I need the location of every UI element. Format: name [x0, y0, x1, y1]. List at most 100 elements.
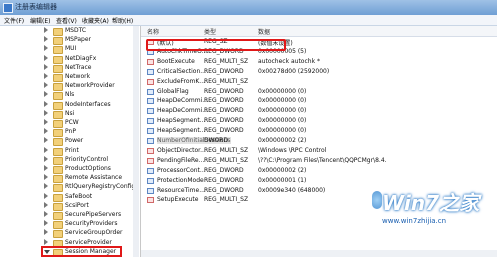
- value-name: HeapSegment...: [157, 127, 206, 135]
- value-type: REG_DWORD: [204, 87, 244, 95]
- binary-value-icon: [147, 108, 154, 115]
- value-row[interactable]: GlobalFlag REG_DWORD 0x00000000 (0): [141, 87, 497, 97]
- value-name: CriticalSection...: [157, 67, 206, 75]
- chevron-right-icon[interactable]: [44, 128, 48, 135]
- value-type: REG_DWORD: [204, 176, 244, 184]
- binary-value-icon: [147, 167, 154, 174]
- chevron-right-icon[interactable]: [44, 211, 48, 217]
- win7-logo-icon: [372, 191, 382, 209]
- tree-item-label: MUI: [65, 45, 77, 53]
- tree-item-label: NetDiagFx: [65, 54, 97, 62]
- value-name: HeapSegment...: [157, 117, 206, 125]
- value-data: 0x00278d00 (2592000): [258, 67, 330, 75]
- value-row[interactable]: HeapDeCommi... REG_DWORD 0x00000000 (0): [141, 106, 497, 116]
- value-row[interactable]: PendingFileRe... REG_MULTI_SZ \??\C:\Progr…: [141, 156, 497, 166]
- value-type: REG_DWORD: [204, 117, 244, 125]
- tree-item-label: Nsi: [65, 109, 75, 117]
- tree-item-label: Power: [65, 137, 84, 145]
- chevron-right-icon[interactable]: [44, 192, 48, 199]
- value-data: 0x00000000 (0): [258, 117, 307, 125]
- menu-view[interactable]: 查看(V): [56, 16, 77, 25]
- chevron-right-icon[interactable]: [44, 137, 48, 144]
- registry-tree[interactable]: MSDTC MSPaper MUI NetDiagFx NetTrace Network N…: [0, 26, 141, 257]
- value-type: REG_MULTI_SZ: [204, 146, 249, 154]
- menu-favorites[interactable]: 收藏夹(A): [82, 16, 109, 25]
- chevron-right-icon[interactable]: [44, 63, 48, 70]
- header-data[interactable]: 数据: [258, 27, 270, 36]
- chevron-right-icon[interactable]: [44, 220, 48, 227]
- value-data: 0x00000000 (0): [258, 107, 307, 115]
- chevron-right-icon[interactable]: [44, 73, 48, 79]
- autochk-highlight: [146, 39, 286, 51]
- value-type: REG_MULTI_SZ: [204, 196, 249, 204]
- binary-value-icon: [147, 98, 154, 105]
- menu-help[interactable]: 帮助(H): [112, 16, 133, 25]
- chevron-right-icon[interactable]: [44, 54, 48, 61]
- value-row[interactable]: HeapDeCommi... REG_DWORD 0x00000000 (0): [141, 96, 497, 106]
- value-name: HeapDeCommi...: [157, 97, 208, 105]
- binary-value-icon: [147, 88, 154, 95]
- value-name: PendingFileRe...: [157, 156, 205, 164]
- value-row[interactable]: BootExecute REG_MULTI_SZ autocheck autochk…: [141, 57, 497, 67]
- menu-file[interactable]: 文件(F): [4, 16, 24, 25]
- tree-item-label: PriorityControl: [65, 155, 109, 163]
- tree-item-label: SafeBoot: [65, 192, 93, 200]
- value-type: REG_DWORD: [204, 97, 244, 105]
- chevron-right-icon[interactable]: [44, 82, 48, 89]
- value-name: ExcludeFromK...: [157, 77, 206, 85]
- chevron-right-icon[interactable]: [44, 201, 48, 208]
- window-title: 注册表编辑器: [15, 3, 57, 11]
- chevron-right-icon[interactable]: [44, 183, 48, 190]
- tree-item-label: MSDTC: [65, 27, 87, 34]
- value-type: REG_MULTI_SZ: [204, 57, 249, 65]
- value-name: ObjectDirector...: [157, 146, 206, 154]
- value-data: \Windows \RPC Control: [258, 146, 327, 154]
- header-name[interactable]: 名称: [147, 27, 159, 36]
- chevron-right-icon[interactable]: [44, 36, 48, 43]
- value-data: \??\C:\Program Files\Tencent\QQPCMgr\8.4…: [258, 156, 387, 164]
- value-row[interactable]: NumberOfInitialSessions DWORD 0x00000002 (…: [141, 136, 497, 146]
- header-type[interactable]: 类型: [204, 27, 216, 36]
- tree-item-label: RtlQueryRegistryConfig: [65, 183, 136, 191]
- value-row[interactable]: HeapSegment... REG_DWORD 0x00000000 (0): [141, 116, 497, 126]
- value-data: 0x00000001 (1): [258, 176, 307, 184]
- value-row[interactable]: ProcessorCont... REG_DWORD 0x00000002 (2): [141, 166, 497, 176]
- value-row[interactable]: ObjectDirector... REG_MULTI_SZ \Windows \R…: [141, 146, 497, 156]
- value-data: 0x00000000 (0): [258, 97, 307, 105]
- chevron-right-icon[interactable]: [44, 109, 48, 116]
- value-type: REG_MULTI_SZ: [204, 156, 249, 164]
- chevron-right-icon[interactable]: [44, 119, 48, 125]
- title-bar: 注册表编辑器: [0, 0, 497, 15]
- chevron-right-icon[interactable]: [44, 45, 48, 52]
- value-row[interactable]: CriticalSection... REG_DWORD 0x00278d00 (2…: [141, 67, 497, 77]
- value-row[interactable]: ExcludeFromK... REG_MULTI_SZ: [141, 77, 497, 87]
- binary-value-icon: [147, 118, 154, 125]
- chevron-right-icon[interactable]: [44, 238, 48, 245]
- watermark-url: www.win7zhijia.cn: [382, 217, 447, 225]
- tree-item-label: SecurityProviders: [65, 220, 118, 228]
- string-value-icon: [147, 58, 154, 65]
- value-type: REG_DWORD: [204, 166, 244, 174]
- tree-item-label: MSPaper: [65, 36, 91, 44]
- chevron-right-icon[interactable]: [44, 100, 48, 107]
- chevron-right-icon[interactable]: [44, 229, 48, 236]
- chevron-right-icon[interactable]: [44, 155, 48, 162]
- chevron-right-icon[interactable]: [44, 146, 48, 153]
- binary-value-icon: [147, 128, 154, 135]
- chevron-right-icon[interactable]: [44, 91, 48, 98]
- tree-item-label: PCW: [65, 119, 79, 126]
- tree-item-label: NodeInterfaces: [65, 100, 111, 108]
- list-header: 名称 类型 数据: [141, 26, 497, 37]
- tree-item-label: ProductOptions: [65, 165, 111, 172]
- chevron-right-icon[interactable]: [44, 27, 48, 33]
- value-row[interactable]: HeapSegment... REG_DWORD 0x00000000 (0): [141, 126, 497, 136]
- value-type: REG_DWORD: [204, 67, 244, 75]
- menu-edit[interactable]: 编辑(E): [30, 16, 50, 25]
- value-name: BootExecute: [157, 57, 195, 65]
- list-scrollbar[interactable]: [141, 250, 497, 257]
- tree-item-label: Network: [65, 73, 91, 80]
- chevron-right-icon[interactable]: [44, 165, 48, 171]
- tree-item-label: Print: [65, 146, 79, 154]
- chevron-right-icon[interactable]: [44, 174, 48, 181]
- tree-scrollbar[interactable]: [133, 26, 139, 257]
